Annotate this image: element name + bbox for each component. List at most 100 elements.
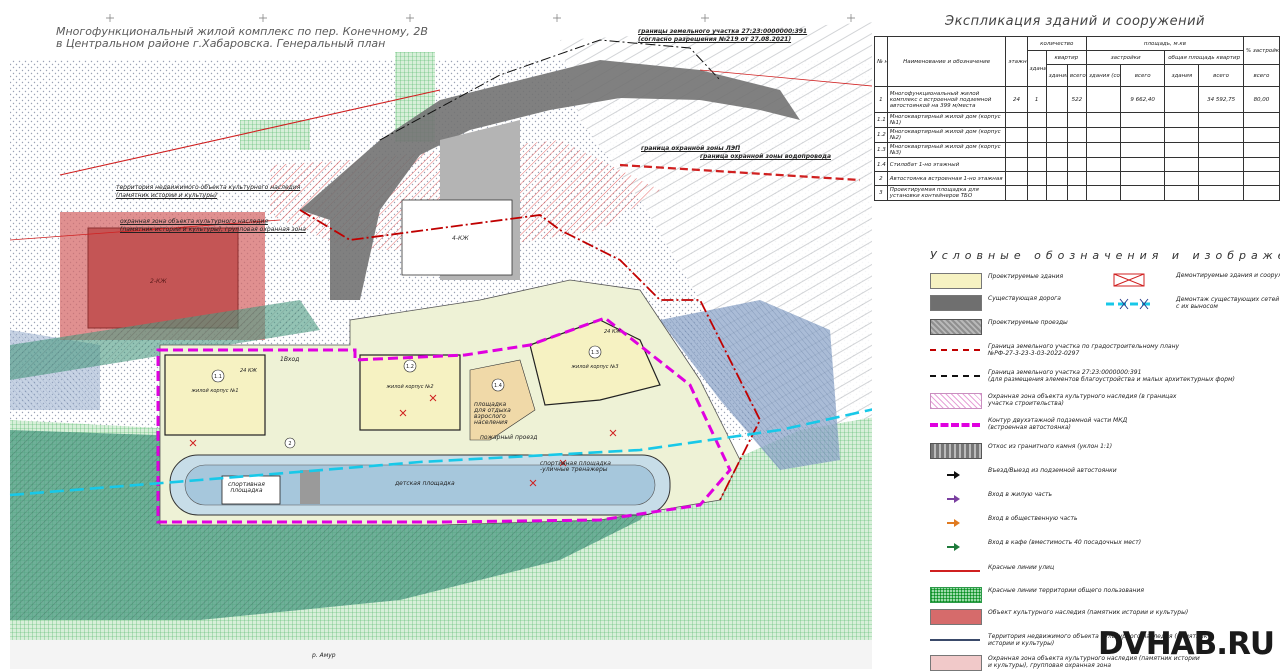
cell-no: 2 <box>874 171 888 186</box>
legend-label-line1: Охранная зона объекта культурного наслед… <box>988 393 1177 400</box>
cell-ta-total: 34 592,75 <box>1198 86 1244 113</box>
legend-item: Объект культурного наследия (памятник ис… <box>930 606 1280 626</box>
cell-ta-total <box>1198 112 1244 128</box>
cell-name: Проектируемая площадка для установки кон… <box>886 185 1007 201</box>
watermark: DVHAB.RU <box>1098 626 1275 662</box>
cell-apt-building <box>1045 171 1068 186</box>
cell-apt-building <box>1045 185 1068 201</box>
legend-item: Въезд/Выезд из подземной автостоянки <box>930 464 1280 484</box>
col-percent: % застройки <box>1242 36 1280 65</box>
legend-label-line1: Вход в кафе (вместимость 40 посадочных м… <box>988 539 1142 546</box>
cell-percent <box>1242 185 1280 201</box>
cell-no: 1.4 <box>874 157 888 172</box>
cell-floors <box>1005 142 1028 158</box>
legend-label-line1: Вход в жилую часть <box>988 491 1053 498</box>
cell-no: 1.1 <box>874 112 888 128</box>
cell-apt-total <box>1066 157 1087 172</box>
svg-text:1.4: 1.4 <box>494 383 502 389</box>
cell-ta-total <box>1198 171 1244 186</box>
legend-label-line1: Контур двухэтажной подземной части МКД <box>988 417 1128 424</box>
col-no: № на плане <box>874 36 888 87</box>
cell-apt-total <box>1066 112 1087 128</box>
cell-ta-building <box>1164 157 1200 172</box>
site-plan-map[interactable]: 2-КЖ 4-КЖ жилой корпус №1 жилой корпус №… <box>0 0 915 669</box>
cell-built-total <box>1119 127 1166 143</box>
col-total-area: общая площадь квартир <box>1164 50 1244 65</box>
cell-ta-building <box>1164 127 1200 143</box>
cell-buildings: 1 <box>1026 86 1047 113</box>
legend-label-line1: Вход в общественную часть <box>988 515 1078 522</box>
green-strip-northwest <box>240 120 310 150</box>
legend-label: Демонтируемые здания и сооружения <box>1176 272 1280 279</box>
col-built: застройки <box>1085 50 1166 65</box>
col-quantity: количество <box>1026 36 1087 51</box>
cell-no: 1.2 <box>874 127 888 143</box>
col-ta-total: всего <box>1198 64 1244 87</box>
col-apartments: квартир <box>1045 50 1087 65</box>
legend-label-line2: №РФ-27-3-23-3-03-2022-0297 <box>988 350 1080 357</box>
plan-title: Многофункциональный жилой комплекс по пе… <box>56 26 428 50</box>
cell-built-total <box>1119 157 1166 172</box>
legend-label-line1: Существующая дорога <box>988 295 1061 302</box>
col-built-building: здания (сооружения) <box>1085 64 1121 87</box>
sports-ground-label-2: площадка <box>230 487 263 494</box>
legend-label-line1: Откос из гранитного камня (уклон 1:1) <box>988 443 1113 450</box>
red-dashdot-line-icon <box>930 349 980 351</box>
legend-item: Граница земельного участка 27:23:0000000… <box>930 366 1280 386</box>
legend-item: Контур двухэтажной подземной части МКД (в… <box>930 414 1280 434</box>
legend-item: Вход в общественную часть <box>930 512 1280 532</box>
rest-area-label-4: населения <box>474 419 508 426</box>
legend-label-line2: с их выносом <box>1176 303 1218 310</box>
legend-label: Охранная зона объекта культурного наслед… <box>988 393 1176 407</box>
cell-apt-total <box>1066 127 1087 143</box>
pink-hatch-swatch-icon <box>930 393 982 409</box>
cell-no: 1.3 <box>874 142 888 158</box>
river-label: р. Амур <box>312 652 336 659</box>
cell-ta-total <box>1198 157 1244 172</box>
legend-label: Граница земельного участка 27:23:0000000… <box>988 369 1235 383</box>
col-apt-total: всего <box>1066 64 1087 87</box>
building-2-label: жилой корпус №2 <box>385 384 433 390</box>
red-fill-swatch-icon <box>930 609 982 625</box>
double-arrow-icon <box>930 467 980 481</box>
legend-label: Существующая дорога <box>988 295 1061 302</box>
floors-b1: 24 КЖ <box>240 368 258 374</box>
cell-percent <box>1242 142 1280 158</box>
col-area: площадь, м.кв <box>1085 36 1244 51</box>
legend-label: Демонтаж существующих сетей с их выносом <box>1176 296 1279 310</box>
legend-item: Охранная зона объекта культурного наслед… <box>930 390 1280 410</box>
power-zone-label: граница охранной зоны ЛЭП <box>641 145 741 152</box>
legend-item: Красные линии территории общего пользова… <box>930 584 1280 604</box>
cell-ta-total <box>1198 127 1244 143</box>
heritage-territory-label-2: (памятник истории и культуры) <box>116 192 218 199</box>
table-row: 1.4 Стилобат 1-но этажный <box>874 157 1280 172</box>
legend-label: Проектируемые здания <box>988 273 1063 280</box>
table-row: 1.2 Многоквартирный жилой дом (корпус №2) <box>874 127 1280 143</box>
legend-label-line1: Граница земельного участка по градострои… <box>988 343 1180 350</box>
cell-apt-building <box>1045 112 1068 128</box>
legend-label-line2: и культуры), групповая охранная зона <box>988 662 1112 669</box>
floors-b3: 24 КЖ <box>604 329 622 335</box>
magenta-dash-line-icon <box>930 423 980 427</box>
cell-ta-total <box>1198 185 1244 201</box>
cell-ta-total <box>1198 142 1244 158</box>
gate-label: 1Вход <box>280 356 300 363</box>
cell-floors: 24 <box>1005 86 1028 113</box>
svg-text:1.3: 1.3 <box>591 350 599 356</box>
cell-name: Многоквартирный жилой дом (корпус №1) <box>886 112 1007 128</box>
building-1 <box>164 354 266 436</box>
sports-ground-label: спортивная площадка <box>228 482 265 494</box>
cell-percent: 80,00 <box>1242 86 1280 113</box>
legend-label-line1: Демонтаж существующих сетей <box>1176 296 1280 303</box>
cell-apt-total <box>1066 185 1087 201</box>
legend-label-line1: Проектируемые здания <box>988 273 1064 280</box>
cell-built-total <box>1119 112 1166 128</box>
legend-label-line1: Демонтируемые здания и сооружения <box>1176 272 1280 279</box>
legend-label: Откос из гранитного камня (уклон 1:1) <box>988 443 1112 450</box>
land-boundary-label-1: границы земельного участка 27:23:0000000… <box>638 28 808 35</box>
land-boundary-label-2: (согласно разрешения №219 от 27.08.2021) <box>638 36 792 43</box>
cell-built-building <box>1085 112 1121 128</box>
cell-floors <box>1005 171 1028 186</box>
ground-divider <box>300 470 320 504</box>
arrow-green-icon <box>930 539 980 553</box>
